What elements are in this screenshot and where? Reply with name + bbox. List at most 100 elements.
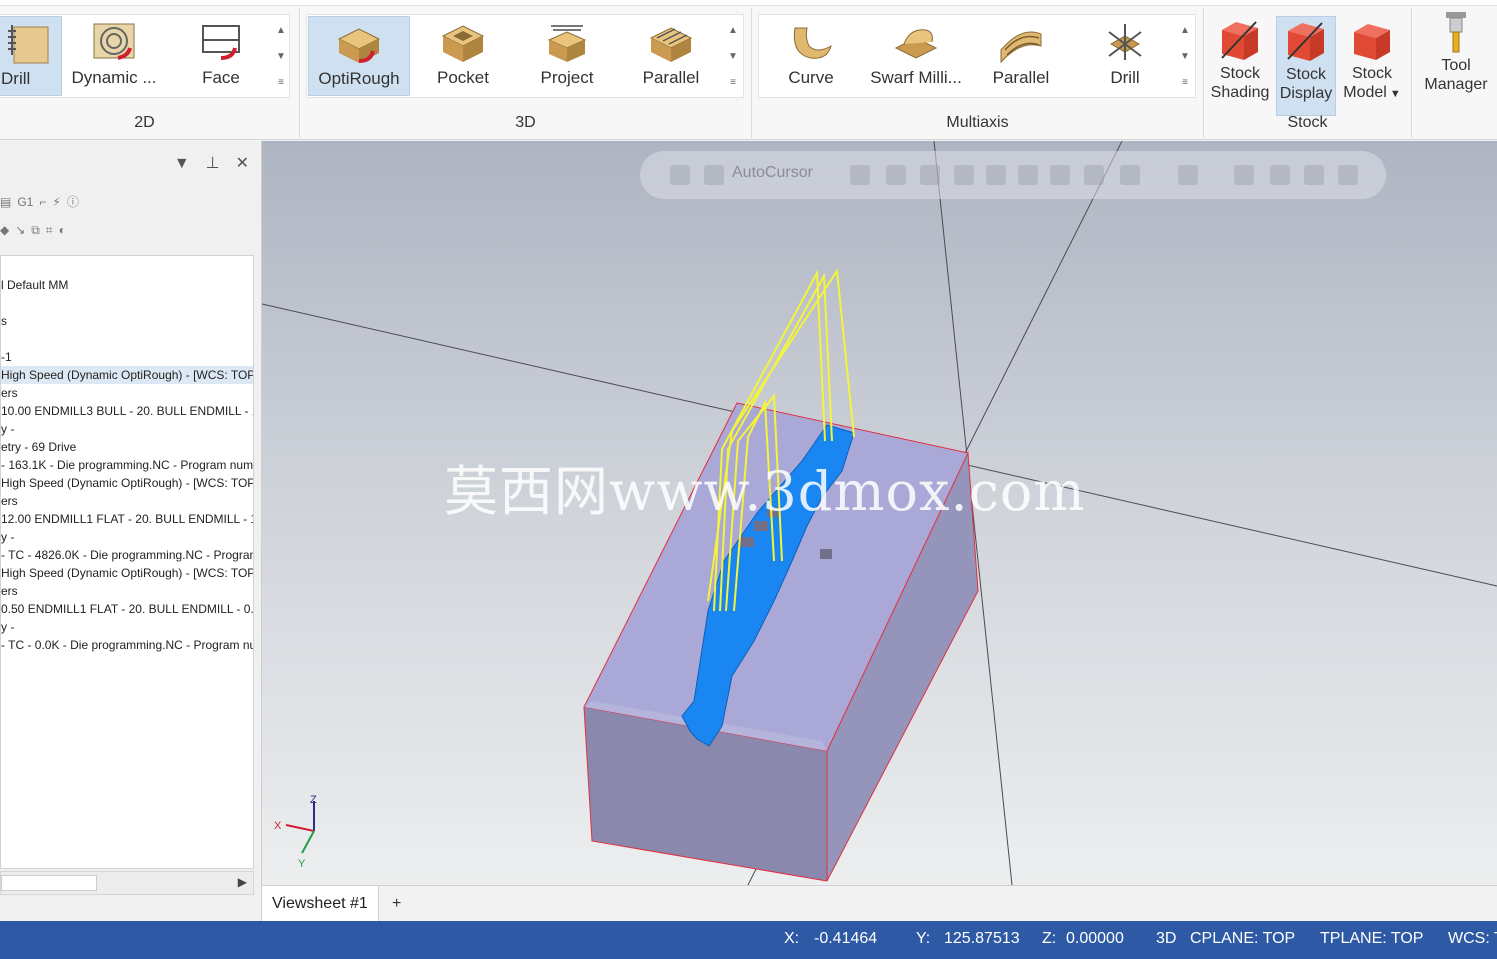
stock-shading-button[interactable]: Stock Shading [1210,16,1270,116]
tree-item[interactable]: ers [1,384,253,402]
stock-shading-icon [1221,21,1258,60]
stock-model-button[interactable]: Stock Model ▼ [1342,16,1402,116]
tree-horizontal-scrollbar[interactable]: ▶ [0,871,254,895]
select-arrow-icon[interactable] [920,165,940,185]
graphics-viewport[interactable]: AutoCursor 莫西网www.3dmox.com Z X Y [262,141,1497,885]
stock-display-icon [1287,22,1324,61]
tree-item[interactable]: ers [1,492,253,510]
window-select-icon[interactable] [1178,165,1198,185]
undo-icon[interactable] [1338,165,1358,185]
tree-item[interactable]: 10.00 ENDMILL3 BULL - 20. BULL ENDMILL -… [1,402,253,420]
gallery-scroller-2d[interactable]: ▲ ▼ ≡ [272,18,290,96]
axis-z-label: Z [310,794,317,806]
tree-item[interactable]: 12.00 ENDMILL1 FLAT - 20. BULL ENDMILL -… [1,510,253,528]
tree-item[interactable]: - TC - 0.0K - Die programming.NC - Progr… [1,636,253,654]
ribbon-tab-strip [0,0,1497,6]
z-coordinate-label: Z: [1042,930,1057,947]
tree-item[interactable]: ers [1,582,253,600]
insert-arrow-icon[interactable]: ↘ [15,223,25,237]
cplane-button[interactable]: CPLANE: TOP [1190,930,1295,948]
tree-item[interactable]: y - [1,618,253,636]
parallel-3d-label: Parallel [642,68,700,87]
tree-item[interactable]: etry - 69 Drive [1,438,253,456]
lock-icon[interactable] [670,165,690,185]
check-icon[interactable] [1270,165,1290,185]
tree-item[interactable]: y - [1,528,253,546]
panel-controls: ▼ ⊥ ✕ [158,153,249,173]
tree-item[interactable]: High Speed (Dynamic OptiRough) - [WCS: T… [1,474,253,492]
chain-select-icon[interactable] [1120,165,1140,185]
display-toggle-icon[interactable]: ◐ [59,223,66,237]
face-select-icon[interactable] [1018,165,1038,185]
solid-select-icon[interactable] [954,165,974,185]
parallel-multiaxis-button[interactable]: Parallel [976,16,1066,96]
point-icon[interactable] [886,165,906,185]
ribbon-group-stock: Stock Shading Stock Display Stock Model ▼… [1204,8,1412,138]
face-button[interactable]: Face [178,16,264,96]
project-button[interactable]: Project [522,16,612,96]
wcs-button[interactable]: WCS: T [1448,930,1497,948]
post-icon[interactable]: ⌐ [39,195,46,209]
close-icon[interactable]: ✕ [236,155,249,172]
status-bar: X: -0.41464 Y: 125.87513 Z: 0.00000 3D C… [0,921,1497,959]
gallery-scroller-3d[interactable]: ▲ ▼ ≡ [724,18,742,96]
tool-manager-button[interactable]: Tool Manager [1420,8,1492,108]
tree-item[interactable]: - 163.1K - Die programming.NC - Program … [1,456,253,474]
drill-2d-button[interactable]: Drill [0,16,62,96]
tree-item[interactable]: High Speed (Dynamic OptiRough) - [WCS: T… [1,564,253,582]
lock-icon[interactable]: ⌗ [46,223,53,238]
y-coordinate-value: 125.87513 [944,930,1020,947]
autocursor-icon[interactable] [704,165,724,185]
refresh-icon[interactable] [1304,165,1324,185]
stock-model-line1: Stock [1351,65,1392,82]
snap-icon[interactable] [850,165,870,185]
tree-item[interactable]: - TC - 4826.0K - Die programming.NC - Pr… [1,546,253,564]
tplane-button[interactable]: TPLANE: TOP [1320,930,1423,948]
drill-multiaxis-button[interactable]: Drill [1080,16,1170,96]
verify-select-icon[interactable] [1234,165,1254,185]
autocursor-label[interactable]: AutoCursor [732,164,813,182]
move-icon[interactable]: ◆ [0,223,9,237]
face-icon [202,25,240,60]
z-coordinate-value[interactable]: 0.00000 [1066,930,1124,948]
copy-icon[interactable]: ⧉ [31,223,40,238]
tree-item[interactable]: 0.50 ENDMILL1 FLAT - 20. BULL ENDMILL - … [1,600,253,618]
tree-item[interactable]: l Default MM [1,276,253,294]
pin-icon[interactable]: ⊥ [206,155,220,172]
gallery-scroller-multiaxis[interactable]: ▲ ▼ ≡ [1176,18,1194,96]
face-label: Face [202,68,240,87]
panel-toolbar-row-2: ◆ ↘ ⧉ ⌗ ◐ [0,223,72,249]
panel-menu-icon[interactable]: ▼ [174,155,190,172]
ribbon-group-2d: Drill Dynamic ... Face ▲ ▼ ≡ 2D [0,8,300,138]
ribbon-group-multiaxis: Curve Swarf Milli... Parallel Drill ▲ ▼ ≡ … [752,8,1204,138]
view-mode-button[interactable]: 3D [1156,930,1176,948]
optirough-button[interactable]: OptiRough [308,16,410,96]
multiaxis-drill-icon [1108,24,1142,60]
stock-display-button[interactable]: Stock Display [1276,16,1336,116]
tab-viewsheet-1[interactable]: Viewsheet #1 [262,886,379,922]
edge-select-icon[interactable] [1050,165,1070,185]
select-all-icon[interactable]: ▤ [0,195,11,209]
curve-button[interactable]: Curve [766,16,856,96]
tree-item[interactable]: y - [1,420,253,438]
add-viewsheet-button[interactable]: + [392,886,401,922]
verify-icon[interactable]: ⚡ [52,195,60,209]
parallel-multiaxis-label: Parallel [992,68,1050,87]
shaded-icon[interactable] [1084,165,1104,185]
operations-tree[interactable]: l Default MM s -1 High Speed (Dynamic Op… [0,255,254,869]
scrollbar-thumb[interactable] [1,875,97,891]
pocket-3d-button[interactable]: Pocket [418,16,508,96]
tree-item[interactable]: s [1,312,253,330]
tree-item-selected[interactable]: High Speed (Dynamic OptiRough) - [WCS: T… [1,366,253,384]
tree-item[interactable]: -1 [1,348,253,366]
body-select-icon[interactable] [986,165,1006,185]
drill-multiaxis-label: Drill [1110,68,1140,87]
scroll-right-icon[interactable]: ▶ [238,875,247,889]
parallel-3d-button[interactable]: Parallel [626,16,716,96]
gcode-icon[interactable]: G1 [17,195,33,209]
swarf-milling-button[interactable]: Swarf Milli... [866,16,966,96]
group-label-2d: 2D [134,114,155,131]
help-icon[interactable]: ⓘ [67,193,79,210]
stock-shading-line2: Shading [1210,84,1270,101]
dynamic-button[interactable]: Dynamic ... [64,16,164,96]
